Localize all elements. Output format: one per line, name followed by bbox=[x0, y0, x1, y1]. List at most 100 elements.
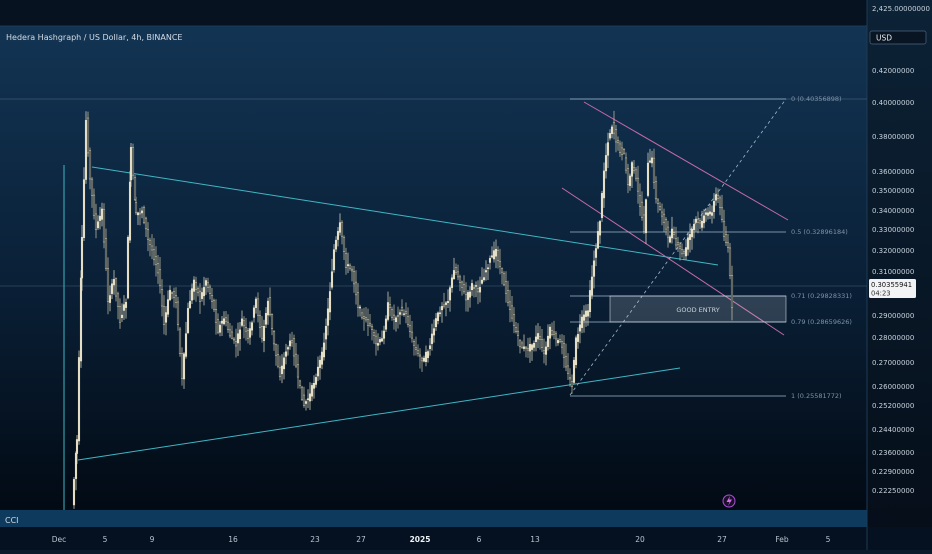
candle-body bbox=[410, 331, 414, 339]
candle-body bbox=[280, 365, 284, 375]
candle-body bbox=[426, 351, 430, 358]
candle-body bbox=[284, 351, 288, 357]
candle-body bbox=[656, 199, 660, 205]
candle-body bbox=[338, 222, 342, 233]
candle-body bbox=[674, 238, 678, 246]
candle-body bbox=[440, 306, 444, 311]
candle-body bbox=[390, 309, 394, 318]
candle-body bbox=[140, 210, 144, 214]
candle-body bbox=[528, 344, 532, 352]
candle-body bbox=[220, 320, 224, 324]
candle-body bbox=[418, 354, 422, 357]
candle-body bbox=[406, 316, 410, 326]
time-tick-label: 5 bbox=[826, 535, 831, 544]
time-tick-label: 20 bbox=[635, 535, 645, 544]
candle-body bbox=[318, 359, 322, 368]
candle-body bbox=[300, 386, 304, 400]
candle-body bbox=[218, 324, 222, 333]
candle-body bbox=[112, 279, 116, 286]
candle-body bbox=[494, 248, 498, 257]
candle-body bbox=[548, 326, 552, 339]
currency-label[interactable]: USD bbox=[876, 34, 892, 43]
price-tick-label: 2,425.00000000 bbox=[872, 5, 930, 13]
candle-body bbox=[260, 326, 264, 339]
candle-body bbox=[276, 354, 280, 367]
candle-body bbox=[498, 261, 502, 267]
candle-body bbox=[122, 304, 126, 311]
candle-body bbox=[264, 313, 268, 325]
price-chart: Hedera Hashgraph / US Dollar, 4h, BINANC… bbox=[0, 0, 932, 550]
candle-body bbox=[110, 283, 114, 294]
candle-body bbox=[400, 306, 404, 311]
candle-body bbox=[682, 251, 686, 254]
candle-body bbox=[474, 285, 478, 287]
candle-body bbox=[214, 309, 218, 323]
time-tick-label: 13 bbox=[530, 535, 540, 544]
candle-body bbox=[608, 133, 612, 139]
candle-body bbox=[486, 267, 490, 270]
time-tick-label: 2025 bbox=[410, 535, 431, 544]
candle-body bbox=[680, 249, 684, 255]
candle-body bbox=[96, 221, 100, 229]
candle-body bbox=[256, 298, 260, 316]
candle-body bbox=[532, 342, 536, 348]
candle-body bbox=[514, 327, 518, 332]
candle-body bbox=[404, 310, 408, 315]
candle-body bbox=[290, 340, 294, 344]
candle-body bbox=[480, 279, 484, 284]
candle-body bbox=[564, 355, 568, 368]
candle-body bbox=[530, 344, 534, 350]
event-badge[interactable] bbox=[722, 494, 736, 508]
price-tick-label: 0.26000000 bbox=[872, 383, 914, 391]
candle-body bbox=[618, 143, 622, 153]
candle-body bbox=[306, 398, 310, 400]
price-tick-label: 0.34000000 bbox=[872, 207, 914, 215]
candle-body bbox=[144, 217, 148, 230]
candle-body bbox=[704, 212, 708, 215]
candle-body bbox=[164, 312, 168, 323]
candle-body bbox=[518, 340, 522, 348]
indicator-label[interactable]: CCI bbox=[5, 516, 19, 525]
candle-body bbox=[332, 249, 336, 271]
candle-body bbox=[710, 212, 714, 216]
candle-body bbox=[304, 401, 308, 404]
candle-body bbox=[133, 177, 137, 201]
candle-body bbox=[170, 292, 174, 295]
candle-body bbox=[544, 346, 548, 355]
candle-body bbox=[360, 312, 364, 319]
candle-body bbox=[606, 142, 610, 156]
candle-body bbox=[632, 167, 636, 171]
candle-body bbox=[272, 331, 276, 345]
candle-body bbox=[128, 181, 132, 241]
candle-body bbox=[114, 278, 118, 297]
candle-body bbox=[570, 380, 574, 387]
candle-body bbox=[120, 314, 124, 319]
candle-body bbox=[688, 234, 692, 240]
candle-body bbox=[446, 301, 450, 303]
candle-body bbox=[312, 382, 316, 389]
candle-body bbox=[616, 140, 620, 144]
candle-body bbox=[228, 329, 232, 337]
candle-body bbox=[182, 353, 186, 380]
candle-body bbox=[478, 287, 482, 293]
candle-body bbox=[456, 271, 460, 278]
candle-body bbox=[266, 300, 270, 316]
candle-body bbox=[576, 334, 580, 342]
candle-body bbox=[610, 126, 614, 134]
candle-body bbox=[294, 353, 298, 367]
candle-body bbox=[88, 150, 92, 180]
candle-body bbox=[82, 179, 86, 238]
indicator-pane[interactable] bbox=[0, 510, 867, 527]
candle-body bbox=[584, 310, 588, 317]
price-tick-label: 0.38000000 bbox=[872, 133, 914, 141]
fib-label-079: 0.79 (0.28659626) bbox=[791, 318, 852, 326]
candle-body bbox=[728, 247, 732, 276]
candle-body bbox=[274, 344, 278, 356]
candle-body bbox=[686, 237, 690, 250]
candle-body bbox=[522, 346, 526, 349]
candle-body bbox=[94, 213, 98, 230]
candle-body bbox=[316, 366, 320, 377]
candle-body bbox=[596, 231, 600, 249]
candle-body bbox=[454, 267, 458, 273]
candle-body bbox=[490, 255, 494, 258]
